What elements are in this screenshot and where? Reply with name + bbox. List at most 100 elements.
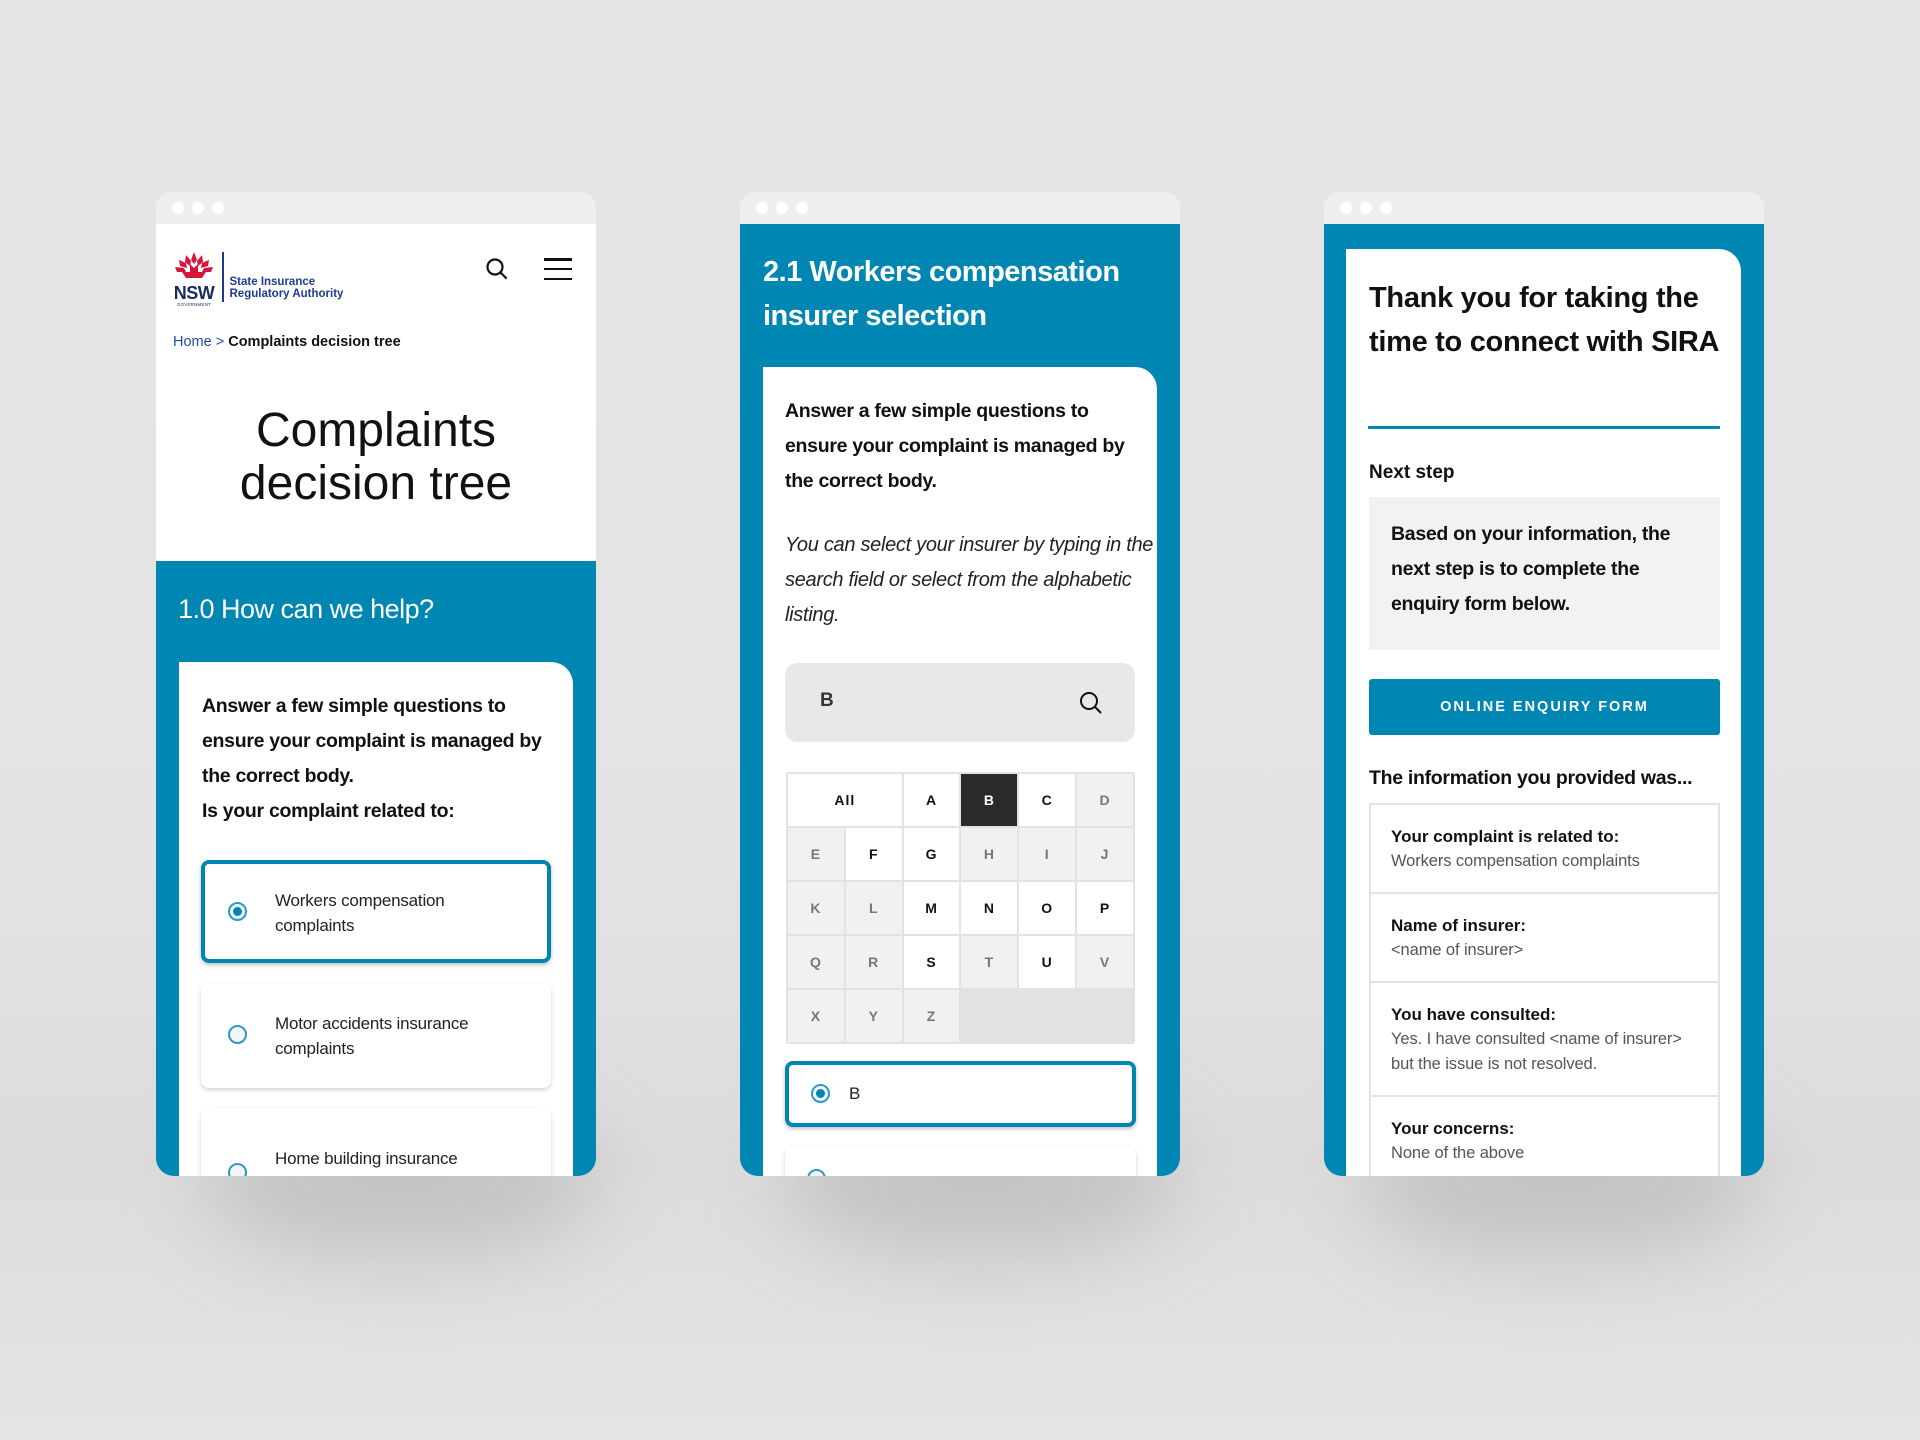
menu-icon[interactable] xyxy=(544,258,572,280)
intro-text: Answer a few simple questions to ensure … xyxy=(202,689,562,829)
option-home-building[interactable]: Home building insurance xyxy=(201,1108,551,1176)
alphabet-letter-m[interactable]: M xyxy=(903,882,960,934)
window-dot xyxy=(796,202,808,214)
breadcrumb: Home > Complaints decision tree xyxy=(173,334,401,350)
alphabet-letter-f[interactable]: F xyxy=(845,828,902,880)
info-row: You have consulted: Yes. I have consulte… xyxy=(1371,983,1718,1097)
window-dot xyxy=(1360,202,1372,214)
info-summary-heading: The information you provided was... xyxy=(1369,767,1693,789)
alphabet-letter-v: V xyxy=(1077,936,1133,988)
info-row: Name of insurer: <name of insurer> xyxy=(1371,894,1718,983)
alphabet-letter-g[interactable]: G xyxy=(903,828,960,880)
alphabet-letter-all[interactable]: All xyxy=(788,774,902,826)
option-label: Home building insurance xyxy=(275,1149,458,1168)
info-row: Your concerns: None of the above xyxy=(1371,1097,1718,1176)
nsw-wordmark: NSW xyxy=(173,283,215,303)
window-dot xyxy=(756,202,768,214)
breadcrumb-home-link[interactable]: Home xyxy=(173,334,212,350)
alphabet-letter-q: Q xyxy=(788,936,844,988)
alphabet-letter-k: K xyxy=(788,882,844,934)
option-workers-compensation[interactable]: Workers compensation complaints xyxy=(201,860,551,963)
alphabet-letter-r: R xyxy=(845,936,902,988)
option-motor-accidents[interactable]: Motor accidents insurance complaints xyxy=(201,983,551,1088)
search-icon[interactable] xyxy=(1078,690,1104,716)
agency-name-line1: State Insurance xyxy=(229,275,316,288)
agency-name: State Insurance Regulatory Authority xyxy=(230,276,344,300)
alphabet-letter-p[interactable]: P xyxy=(1077,882,1133,934)
intro-paragraph: Answer a few simple questions to ensure … xyxy=(202,695,542,787)
info-row: Your complaint is related to: Workers co… xyxy=(1371,805,1718,894)
section-title: 2.1 Workers compensation insurer selecti… xyxy=(763,256,1120,332)
alphabet-letter-o[interactable]: O xyxy=(1019,882,1076,934)
info-value: None of the above xyxy=(1391,1144,1525,1162)
next-step-box: Based on your information, the next step… xyxy=(1369,497,1720,650)
screen-thank-you: Thank you for taking the time to connect… xyxy=(1324,192,1764,1176)
alphabet-letter-l: L xyxy=(845,882,902,934)
alphabet-letter-c[interactable]: C xyxy=(1019,774,1076,826)
alphabet-letter-e: E xyxy=(788,828,844,880)
window-dot xyxy=(1380,202,1392,214)
alphabet-letter-s[interactable]: S xyxy=(903,936,960,988)
window-titlebar xyxy=(156,192,596,224)
next-step-label: Next step xyxy=(1369,462,1455,483)
window-dot xyxy=(776,202,788,214)
breadcrumb-separator: > xyxy=(211,334,229,350)
info-key: You have consulted: xyxy=(1391,1005,1556,1024)
info-summary-list: Your complaint is related to: Workers co… xyxy=(1369,803,1720,1176)
alphabet-letter-y: Y xyxy=(845,990,902,1042)
info-key: Name of insurer: xyxy=(1391,916,1527,935)
page-title-line1: Complaints xyxy=(255,404,497,457)
page-title: Complaints decision tree xyxy=(156,404,596,510)
insurer-option[interactable]: B xyxy=(785,1061,1136,1127)
logo-divider xyxy=(222,251,224,302)
agency-name-line2: Regulatory Authority xyxy=(229,287,344,300)
nsw-sira-logo[interactable]: NSW GOVERNMENT State Insurance Regulator… xyxy=(172,246,343,307)
screen-how-can-we-help: NSW GOVERNMENT State Insurance Regulator… xyxy=(156,192,596,1176)
question-text: Is your complaint related to: xyxy=(202,800,455,822)
option-label: Workers compensation complaints xyxy=(275,891,445,935)
intro-text: Answer a few simple questions to ensure … xyxy=(785,400,1125,492)
screen-insurer-selection: 2.1 Workers compensation insurer selecti… xyxy=(740,192,1180,1176)
alphabet-letter-i: I xyxy=(1019,828,1076,880)
alphabet-letter-n[interactable]: N xyxy=(961,882,1018,934)
radio-unselected-icon[interactable] xyxy=(228,1025,247,1044)
option-label: Motor accidents insurance complaints xyxy=(275,1014,469,1058)
insurer-option-label: B xyxy=(849,1084,861,1103)
alphabet-letter-b[interactable]: B xyxy=(961,774,1018,826)
alphabet-letter-a[interactable]: A xyxy=(903,774,960,826)
window-dot xyxy=(192,202,204,214)
search-input-value[interactable]: B xyxy=(820,690,834,712)
alphabet-letter-h: H xyxy=(961,828,1018,880)
window-dot xyxy=(212,202,224,214)
alphabet-letter-j: J xyxy=(1077,828,1133,880)
window-dot xyxy=(1340,202,1352,214)
radio-selected-icon[interactable] xyxy=(228,902,247,921)
alphabet-letter-u[interactable]: U xyxy=(1019,936,1076,988)
online-enquiry-form-button[interactable]: ONLINE ENQUIRY FORM xyxy=(1369,679,1720,735)
info-value: Yes. I have consulted <name of insurer> … xyxy=(1391,1030,1682,1073)
info-key: Your concerns: xyxy=(1391,1119,1515,1138)
heading-divider xyxy=(1368,426,1720,429)
window-titlebar xyxy=(1324,192,1764,224)
alphabet-letter-z: Z xyxy=(903,990,960,1042)
waratah-icon xyxy=(175,252,213,278)
radio-unselected-icon[interactable] xyxy=(228,1163,247,1176)
next-step-text: Based on your information, the next step… xyxy=(1391,523,1671,615)
insurer-search-input[interactable]: B xyxy=(785,663,1135,742)
thank-you-heading: Thank you for taking the time to connect… xyxy=(1369,282,1720,358)
radio-unselected-icon[interactable] xyxy=(807,1169,826,1176)
info-value: <name of insurer> xyxy=(1391,941,1524,959)
insurer-option[interactable] xyxy=(785,1147,1136,1176)
info-value: Workers compensation complaints xyxy=(1391,852,1640,870)
page-title-line2: decision tree xyxy=(239,457,513,510)
window-dot xyxy=(172,202,184,214)
alphabet-letter-d: D xyxy=(1077,774,1133,826)
search-icon[interactable] xyxy=(484,256,510,282)
radio-selected-icon[interactable] xyxy=(811,1084,830,1103)
info-key: Your complaint is related to: xyxy=(1391,827,1620,846)
window-titlebar xyxy=(740,192,1180,224)
government-label: GOVERNMENT xyxy=(176,302,212,307)
alphabet-letter-t: T xyxy=(961,936,1018,988)
alphabet-filter: All A B C D E F G H I J K L M N O P Q R S T U V X Y Z xyxy=(786,772,1135,1044)
breadcrumb-current: Complaints decision tree xyxy=(228,334,401,350)
